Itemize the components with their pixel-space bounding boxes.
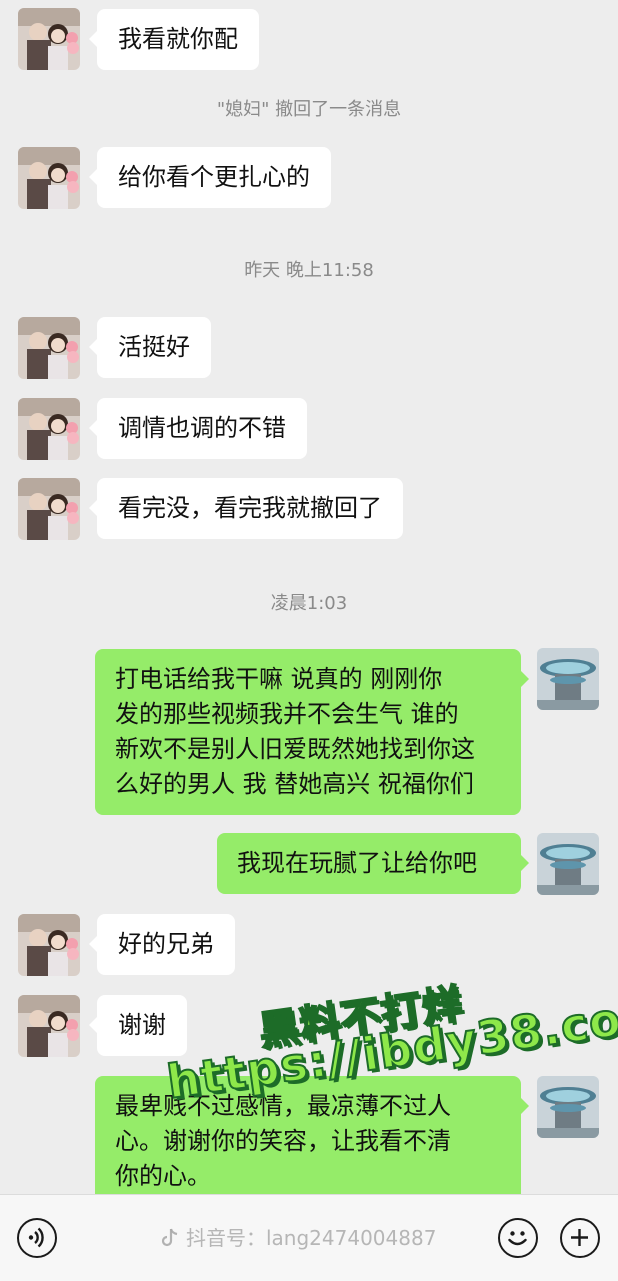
message-bubble-incoming[interactable]: 看完没，看完我就撤回了 bbox=[89, 478, 403, 539]
my-avatar[interactable] bbox=[537, 1076, 599, 1138]
message-bubble-incoming[interactable]: 谢谢 bbox=[89, 995, 187, 1056]
friend-avatar[interactable] bbox=[18, 995, 80, 1057]
message-line: 心。谢谢你的笑容，让我看不清 bbox=[115, 1127, 451, 1155]
message-bubble-incoming[interactable]: 活挺好 bbox=[89, 317, 211, 378]
avatar-photo-icon bbox=[537, 648, 599, 710]
my-avatar[interactable] bbox=[537, 648, 599, 710]
avatar-photo-icon bbox=[18, 8, 80, 70]
friend-avatar[interactable] bbox=[18, 147, 80, 209]
voice-icon[interactable] bbox=[17, 1218, 57, 1258]
avatar-photo-icon bbox=[18, 478, 80, 540]
message-bubble-incoming[interactable]: 好的兄弟 bbox=[89, 914, 235, 975]
message-bubble-incoming[interactable]: 调情也调的不错 bbox=[89, 398, 307, 459]
timestamp: 凌晨1:03 bbox=[270, 593, 348, 614]
message-bubble-outgoing[interactable]: 我现在玩腻了让给你吧 bbox=[217, 833, 529, 894]
friend-avatar[interactable] bbox=[18, 478, 80, 540]
friend-avatar[interactable] bbox=[18, 8, 80, 70]
avatar-photo-icon bbox=[18, 995, 80, 1057]
timestamp: 昨天 晚上11:58 bbox=[244, 260, 374, 281]
avatar-photo-icon bbox=[18, 398, 80, 460]
avatar-photo-icon bbox=[537, 833, 599, 895]
douyin-id: 抖音号：lang2474004887 bbox=[186, 1226, 437, 1250]
emoji-icon[interactable] bbox=[498, 1218, 538, 1258]
avatar-photo-icon bbox=[18, 317, 80, 379]
plus-icon[interactable] bbox=[560, 1218, 600, 1258]
avatar-photo-icon bbox=[18, 914, 80, 976]
message-line: 么好的男人 我 替她高兴 祝福你们 bbox=[115, 770, 474, 798]
friend-avatar[interactable] bbox=[18, 317, 80, 379]
recall-notice: "媳妇" 撤回了一条消息 bbox=[216, 99, 402, 120]
message-bubble-incoming[interactable]: 给你看个更扎心的 bbox=[89, 147, 331, 208]
friend-avatar[interactable] bbox=[18, 398, 80, 460]
message-bubble-incoming[interactable]: 我看就你配 bbox=[89, 9, 259, 70]
message-line: 你的心。 bbox=[115, 1162, 211, 1190]
message-bubble-outgoing[interactable]: 最卑贱不过感情，最凉薄不过人 心。谢谢你的笑容，让我看不清 你的心。 bbox=[95, 1076, 529, 1194]
my-avatar[interactable] bbox=[537, 833, 599, 895]
message-line: 打电话给我干嘛 说真的 刚刚你 bbox=[115, 665, 443, 693]
message-line: 新欢不是别人旧爱既然她找到你这 bbox=[115, 735, 475, 763]
message-bubble-outgoing[interactable]: 打电话给我干嘛 说真的 刚刚你 发的那些视频我并不会生气 谁的 新欢不是别人旧爱… bbox=[95, 649, 529, 815]
avatar-photo-icon bbox=[537, 1076, 599, 1138]
douyin-watermark: 抖音号：lang2474004887 bbox=[160, 1222, 436, 1251]
friend-avatar[interactable] bbox=[18, 914, 80, 976]
message-line: 发的那些视频我并不会生气 谁的 bbox=[115, 700, 459, 728]
avatar-photo-icon bbox=[18, 147, 80, 209]
douyin-logo-icon bbox=[161, 1228, 178, 1247]
